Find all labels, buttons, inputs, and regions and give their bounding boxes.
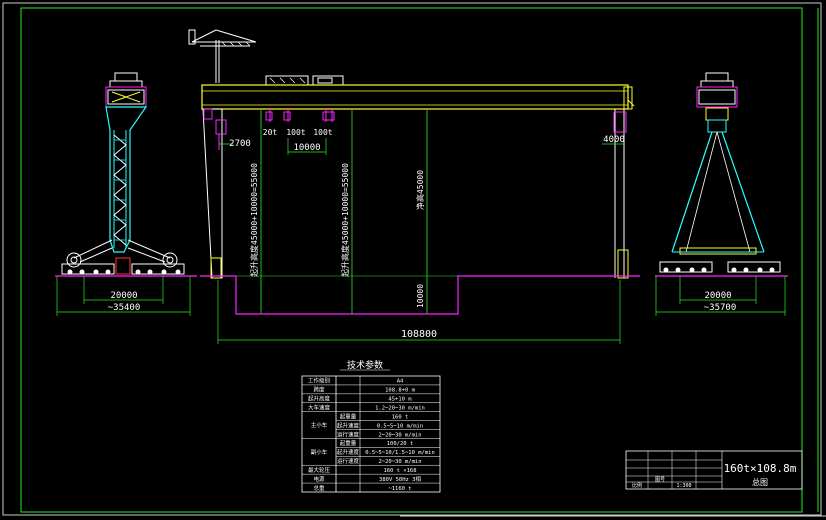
cad-drawing: 20000 ~35400 20t 100t 100t 10000 2700 40… (2, 2, 826, 517)
spec-row-value: 45+10 m (388, 397, 412, 403)
left-span-dim: 20000 (110, 291, 137, 301)
spec-row-label: 起升高度 (308, 395, 331, 403)
left-offset-dim: 2700 (229, 139, 251, 149)
spec-row-value: 2~20~30 m/min (378, 459, 421, 465)
front-view: 20t 100t 100t 10000 2700 4000 起升高度45000+… (188, 29, 640, 344)
spec-row-label: 最大轮压 (308, 466, 331, 474)
lift-height-2: 起升高度45000+10000=55000 (340, 163, 350, 277)
title-block-scale: 1:300 (676, 483, 691, 489)
spec-row-label: 大车速度 (308, 403, 331, 411)
title-block-title: 160t×108.8m (724, 462, 797, 475)
left-base-dim: ~35400 (108, 303, 141, 313)
spec-row-value: ~1160 t (388, 486, 411, 492)
right-flexible-leg (671, 131, 713, 253)
spec-row-value: 100/20 t (387, 441, 414, 447)
spec-row-value: 1.2~20~30 m/min (375, 405, 425, 411)
left-wheel-2 (162, 252, 178, 268)
hook-label-3: 100t (313, 128, 332, 137)
title-block: 比例 图号 1:300 160t×108.8m 总图 (625, 450, 803, 490)
spec-row-label: 起重量 (340, 439, 357, 447)
spec-row-label: 运行速度 (337, 457, 360, 465)
span-dim: 108800 (401, 329, 437, 340)
pit-depth: 10000 (416, 284, 425, 308)
spec-row-label: 工作级别 (308, 377, 330, 385)
spec-table-title: 技术参数 (347, 359, 383, 371)
spec-row-label: 总重 (313, 484, 325, 492)
hook-label-1: 20t (263, 128, 278, 137)
spec-row-value: 0.5~5~10 m/min (377, 423, 423, 429)
spec-row-label: 起升速度 (337, 448, 360, 456)
left-trolley (114, 72, 138, 82)
spec-row-value: A4 (397, 379, 404, 385)
right-trolley (705, 72, 729, 82)
spec-row-label: 起升速度 (337, 421, 360, 429)
spec-group-label: 副小车 (311, 448, 328, 456)
title-block-row-1: 比例 (632, 482, 642, 489)
clear-height: 净高45000 (415, 170, 425, 210)
spec-row-value: 108.8+0 m (385, 388, 415, 394)
title-block-row-2: 图号 (655, 477, 665, 483)
right-span-dim: 20000 (704, 291, 731, 301)
spec-row-value: 380V 50Hz 3相 (379, 475, 421, 483)
hook-spacing-dim: 10000 (293, 143, 320, 153)
spec-table: 技术参数 工作级别 A4 跨度 108.8+0 m 起升高度 45+10 m 大车速度 1.2… (301, 359, 441, 493)
spec-row-value: 160 t ×168 (383, 468, 416, 474)
top-jib-crane (188, 29, 257, 83)
spec-group-label: 主小车 (311, 421, 328, 429)
spec-row-label: 跨度 (313, 386, 325, 394)
right-offset-dim: 4000 (603, 135, 625, 145)
main-girder (201, 84, 629, 110)
hook-label-2: 100t (286, 128, 305, 137)
spec-row-label: 运行速度 (337, 430, 360, 438)
right-base-dim: ~35700 (704, 303, 737, 313)
right-side-view: 20000 ~35700 (655, 72, 788, 316)
lift-height-1: 起升高度45000+10000=55000 (249, 163, 259, 277)
left-wheel-1 (66, 252, 82, 268)
spec-row-value: 0.5~5~10/1.5~10 m/min (365, 450, 435, 456)
title-block-subtitle: 总图 (752, 477, 768, 487)
spec-row-label: 电源 (313, 475, 325, 483)
spec-row-value: 160 t (392, 414, 409, 420)
left-side-view: 20000 ~35400 (55, 72, 197, 316)
spec-row-label: 起重量 (340, 412, 357, 420)
spec-row-value: 2~20~30 m/min (378, 432, 421, 438)
